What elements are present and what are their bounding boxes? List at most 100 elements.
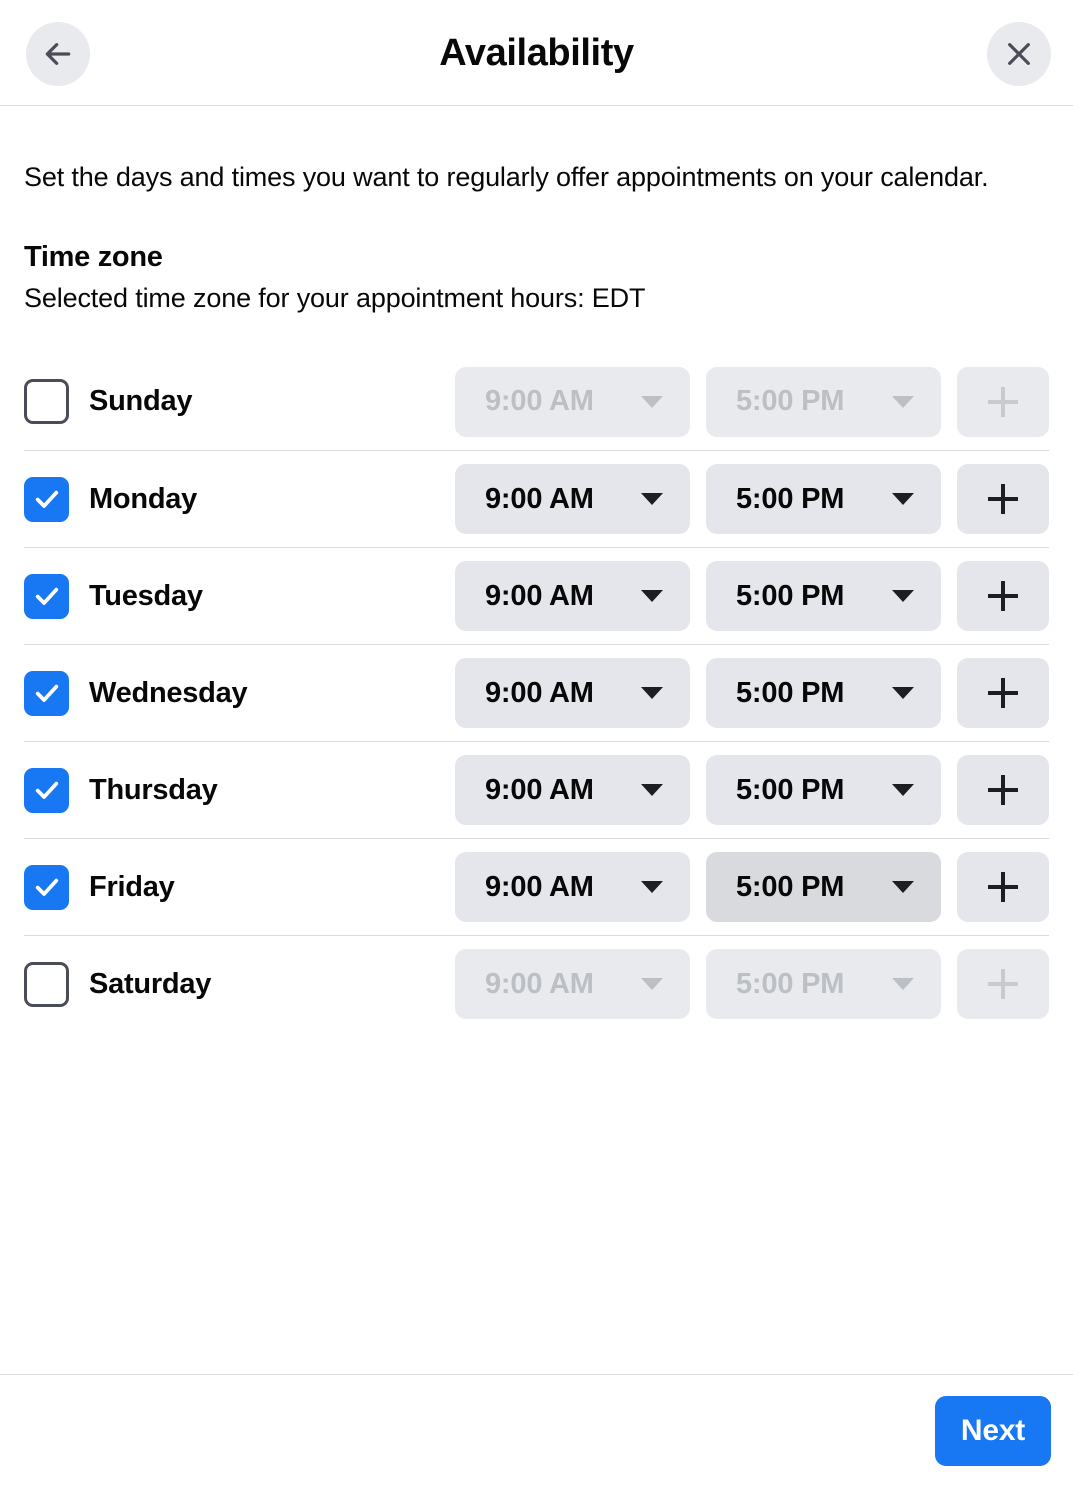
day-row: Wednesday 9:00 AM 5:00 PM [24,644,1049,741]
end-time-select[interactable]: 5:00 PM [706,464,941,535]
add-time-slot-button[interactable] [957,852,1049,923]
day-row-controls: 9:00 AM 5:00 PM [455,852,1049,923]
day-row-controls: 9:00 AM 5:00 PM [455,464,1049,535]
arrow-left-icon [42,38,74,70]
end-time-value: 5:00 PM [736,870,845,903]
footer-bar: Next [0,1374,1073,1486]
chevron-down-icon [892,881,914,894]
plus-icon [988,775,1018,806]
chevron-down-icon [892,784,914,797]
start-time-value: 9:00 AM [485,579,594,612]
plus-icon [988,386,1018,417]
check-icon [35,588,58,606]
start-time-select[interactable]: 9:00 AM [455,852,690,923]
end-time-select[interactable]: 5:00 PM [706,755,941,826]
close-button[interactable] [987,22,1051,86]
start-time-value: 9:00 AM [485,967,594,1000]
add-time-slot-button[interactable] [957,464,1049,535]
availability-screen: Availability Set the days and times you … [0,0,1073,1486]
plus-icon [988,872,1018,903]
day-checkbox-monday[interactable] [24,476,69,522]
day-label: Thursday [89,773,218,806]
day-checkbox-saturday[interactable] [24,961,69,1007]
day-label: Tuesday [89,579,203,612]
day-checkbox-tuesday[interactable] [24,573,69,619]
plus-icon [988,969,1018,1000]
end-time-value: 5:00 PM [736,385,845,418]
end-time-value: 5:00 PM [736,967,845,1000]
day-row-left: Thursday [24,767,455,813]
start-time-value: 9:00 AM [485,773,594,806]
end-time-select: 5:00 PM [706,949,941,1020]
day-checkbox-friday[interactable] [24,864,69,910]
start-time-value: 9:00 AM [485,385,594,418]
plus-icon [988,581,1018,612]
day-row: Saturday 9:00 AM 5:00 PM [24,935,1049,1032]
day-label: Friday [89,870,175,903]
check-icon [35,685,58,703]
end-time-select[interactable]: 5:00 PM [706,852,941,923]
chevron-down-icon [641,395,663,408]
day-checkbox-sunday[interactable] [24,379,69,425]
intro-description: Set the days and times you want to regul… [24,162,989,192]
end-time-value: 5:00 PM [736,773,845,806]
start-time-select[interactable]: 9:00 AM [455,755,690,826]
end-time-select[interactable]: 5:00 PM [706,561,941,632]
start-time-select: 9:00 AM [455,949,690,1020]
chevron-down-icon [641,784,663,797]
next-button[interactable]: Next [935,1395,1051,1466]
check-icon [35,491,58,509]
end-time-value: 5:00 PM [736,676,845,709]
add-time-slot-button[interactable] [957,658,1049,729]
plus-icon [988,678,1018,709]
day-row-controls: 9:00 AM 5:00 PM [455,755,1049,826]
day-label: Saturday [89,967,212,1000]
content-area: Set the days and times you want to regul… [0,106,1073,1374]
chevron-down-icon [892,493,914,506]
start-time-select[interactable]: 9:00 AM [455,561,690,632]
day-row: Sunday 9:00 AM 5:00 PM [24,353,1049,450]
day-row: Monday 9:00 AM 5:00 PM [24,450,1049,547]
start-time-select[interactable]: 9:00 AM [455,464,690,535]
check-icon [35,782,58,800]
day-label: Sunday [89,385,193,418]
start-time-select[interactable]: 9:00 AM [455,658,690,729]
start-time-select: 9:00 AM [455,366,690,437]
page-title: Availability [439,31,634,74]
chevron-down-icon [892,395,914,408]
add-time-slot-button [957,366,1049,437]
end-time-select[interactable]: 5:00 PM [706,658,941,729]
chevron-down-icon [641,493,663,506]
day-row: Tuesday 9:00 AM 5:00 PM [24,547,1049,644]
day-row-left: Monday [24,476,455,522]
start-time-value: 9:00 AM [485,482,594,515]
day-label: Monday [89,482,198,515]
time-zone-section: Time zone Selected time zone for your ap… [24,239,1049,317]
day-row-left: Sunday [24,379,455,425]
chevron-down-icon [641,590,663,603]
day-row-controls: 9:00 AM 5:00 PM [455,561,1049,632]
day-checkbox-thursday[interactable] [24,767,69,813]
chevron-down-icon [892,978,914,991]
day-row-controls: 9:00 AM 5:00 PM [455,658,1049,729]
time-zone-subtext: Selected time zone for your appointment … [24,282,646,313]
plus-icon [988,484,1018,515]
day-checkbox-wednesday[interactable] [24,670,69,716]
day-row-left: Tuesday [24,573,455,619]
day-row-controls: 9:00 AM 5:00 PM [455,366,1049,437]
check-icon [35,879,58,897]
add-time-slot-button[interactable] [957,755,1049,826]
start-time-value: 9:00 AM [485,870,594,903]
time-zone-heading: Time zone [24,241,163,274]
chevron-down-icon [641,881,663,894]
day-row-controls: 9:00 AM 5:00 PM [455,949,1049,1020]
end-time-value: 5:00 PM [736,482,845,515]
chevron-down-icon [892,687,914,700]
add-time-slot-button[interactable] [957,561,1049,632]
day-row: Friday 9:00 AM 5:00 PM [24,838,1049,935]
chevron-down-icon [641,687,663,700]
add-time-slot-button [957,949,1049,1020]
close-icon [1003,38,1035,70]
end-time-select: 5:00 PM [706,366,941,437]
back-button[interactable] [26,22,90,86]
